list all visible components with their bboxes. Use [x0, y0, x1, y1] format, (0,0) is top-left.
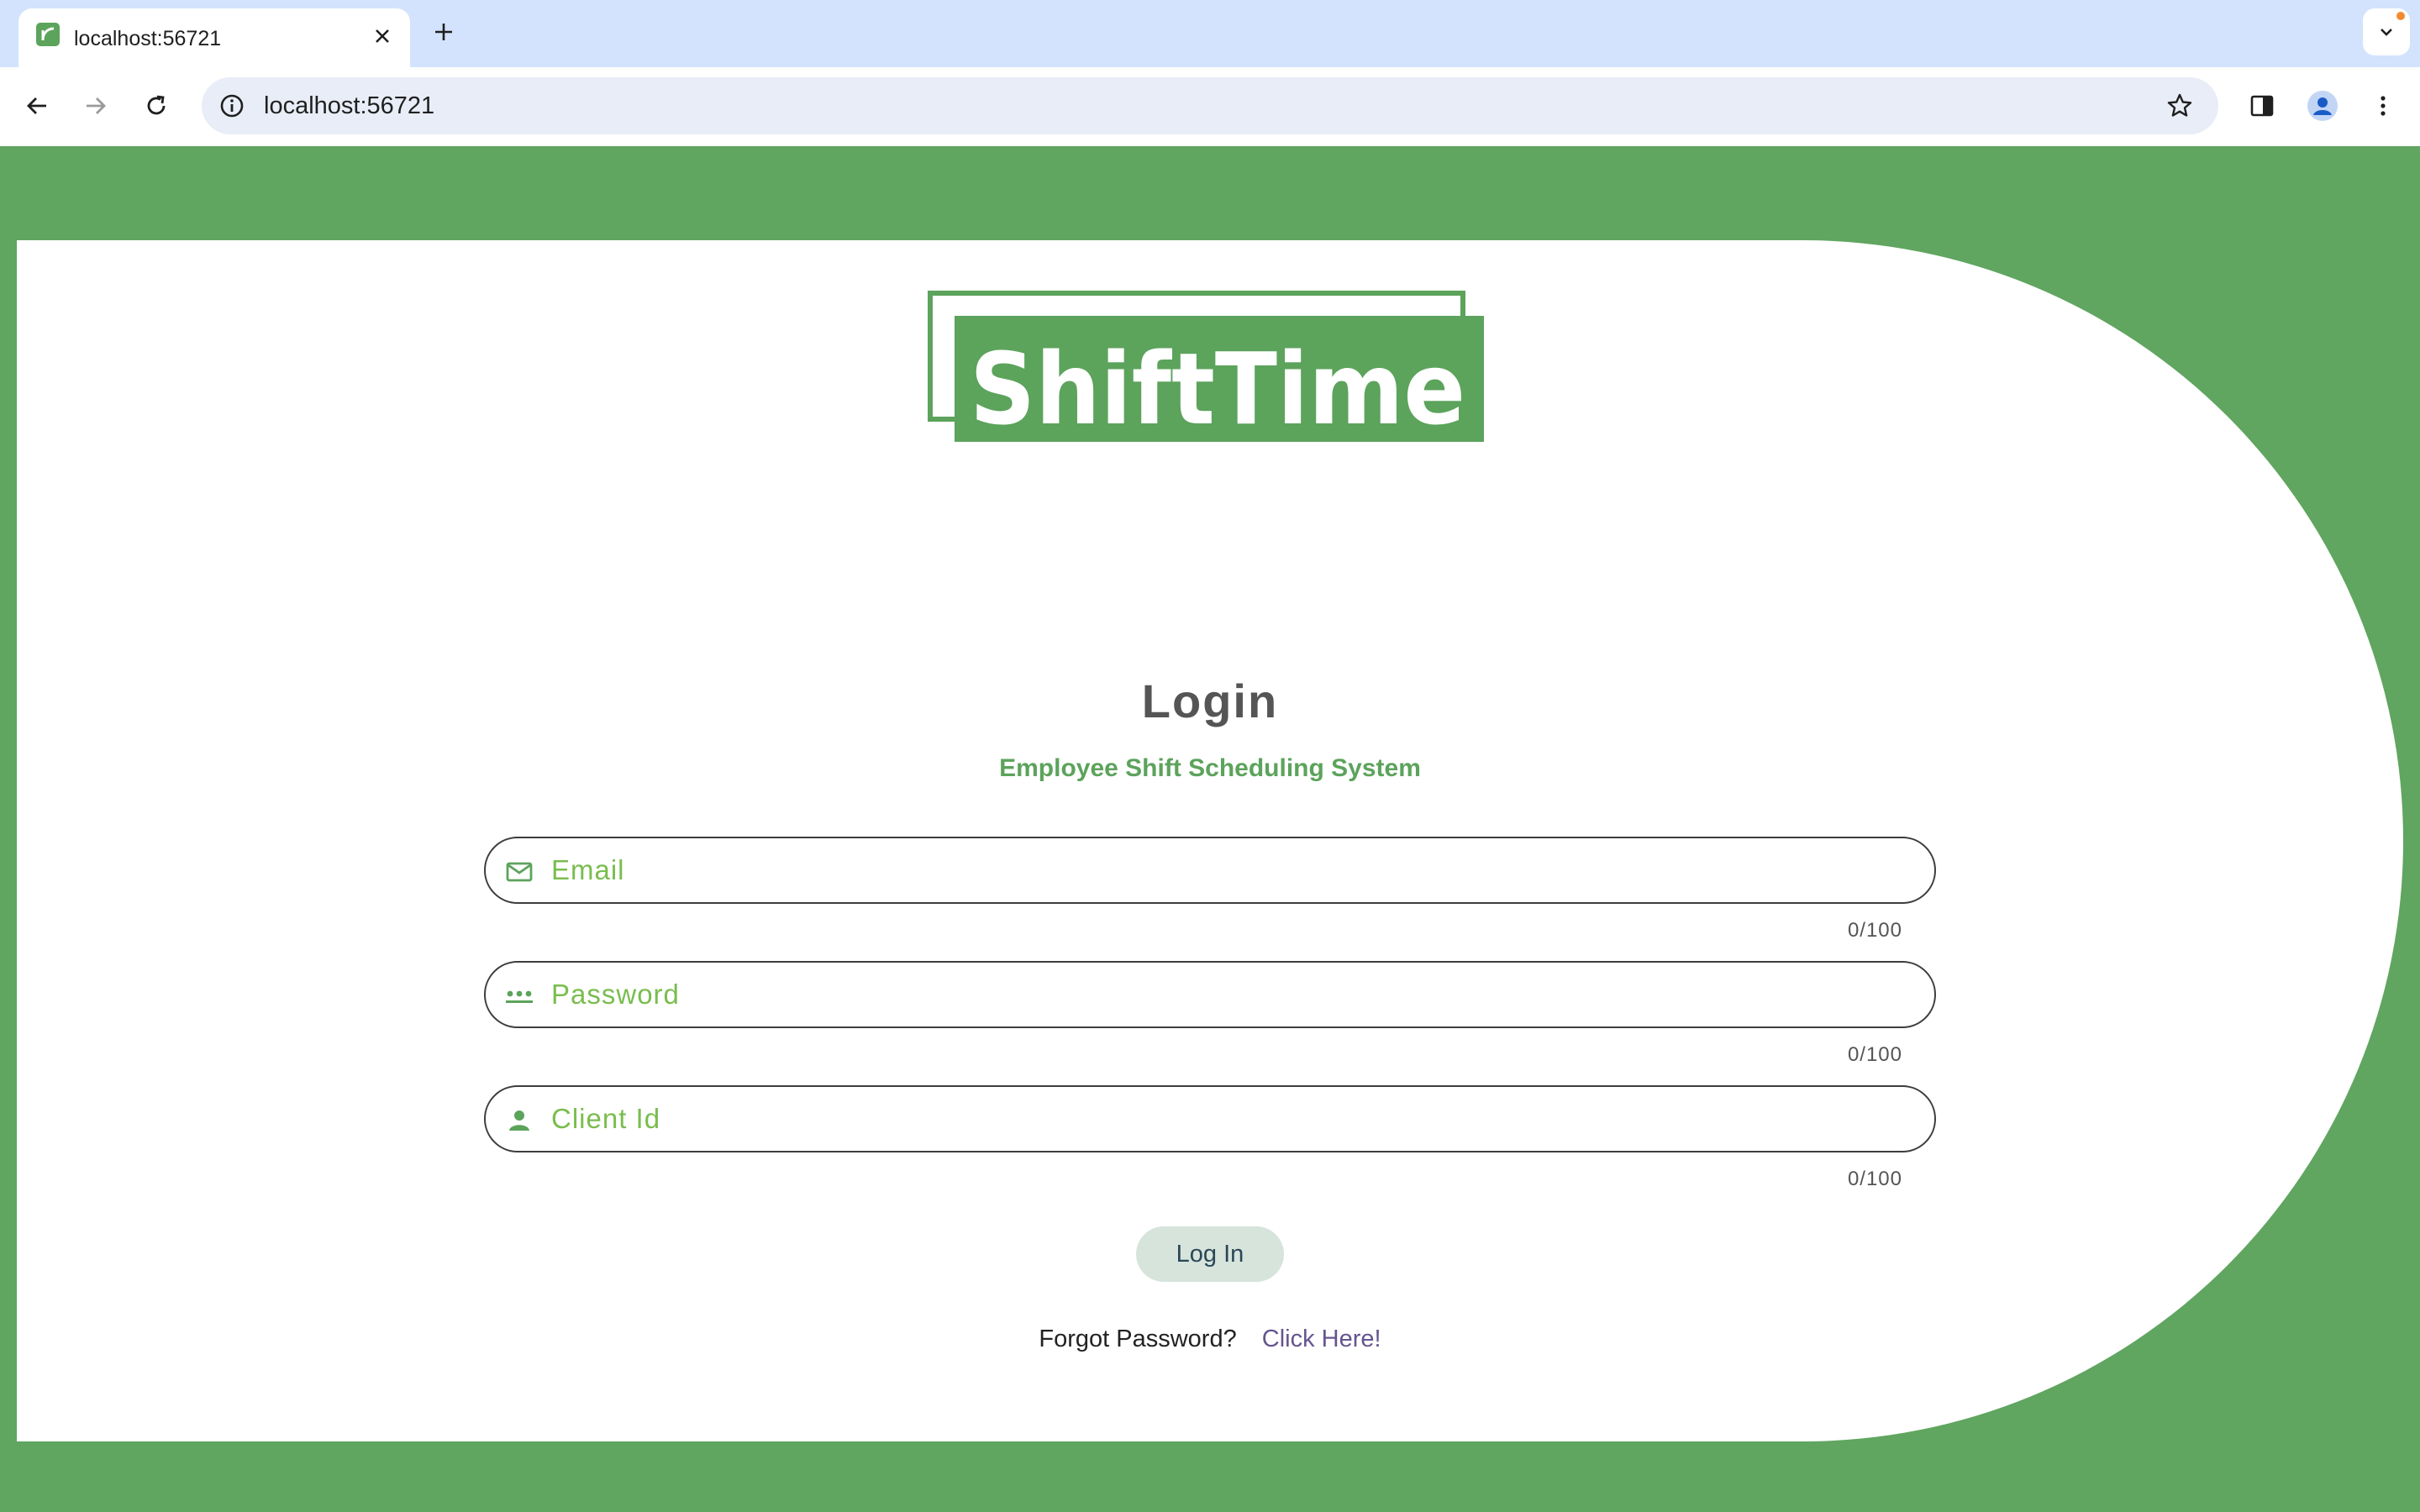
page-subtitle: Employee Shift Scheduling System	[999, 754, 1421, 782]
close-tab-icon[interactable]	[370, 24, 395, 49]
login-button[interactable]: Log In	[1136, 1226, 1284, 1282]
tab-title: localhost:56721	[74, 27, 222, 50]
forgot-password-row: Forgot Password? Click Here!	[0, 1326, 2420, 1353]
person-icon	[502, 1104, 536, 1137]
chevron-down-icon	[2381, 29, 2392, 36]
mail-icon	[502, 855, 536, 889]
email-input[interactable]	[551, 845, 1896, 895]
logo-text: ShiftTime	[970, 331, 1465, 442]
forgot-password-label: Forgot Password?	[1039, 1326, 1237, 1352]
email-char-counter: 0/100	[1847, 919, 1902, 942]
shifttime-favicon-icon	[35, 22, 60, 47]
bookmark-star-icon[interactable]	[2161, 87, 2198, 124]
browser-tabstrip: localhost:56721	[0, 0, 2420, 71]
back-icon[interactable]	[17, 86, 57, 126]
browser-tab[interactable]: localhost:56721	[18, 8, 410, 71]
password-dots-icon	[502, 979, 536, 1013]
forgot-password-link[interactable]: Click Here!	[1262, 1326, 1381, 1352]
page-title: Login	[1141, 675, 1279, 727]
password-char-counter: 0/100	[1847, 1043, 1902, 1066]
browser-toolbar: localhost:56721	[0, 67, 2420, 146]
forward-icon[interactable]	[76, 86, 116, 126]
shifttime-logo: ShiftTime	[928, 291, 1484, 442]
url-text: localhost:56721	[264, 92, 435, 119]
profile-avatar-icon[interactable]	[2302, 86, 2343, 126]
more-menu-icon[interactable]	[2363, 86, 2403, 126]
password-field[interactable]	[484, 961, 1936, 1028]
reload-icon[interactable]	[136, 86, 176, 126]
client-id-input[interactable]	[551, 1094, 1896, 1144]
site-info-icon[interactable]	[213, 87, 250, 124]
address-bar[interactable]: localhost:56721	[202, 77, 2218, 134]
password-input[interactable]	[551, 969, 1896, 1020]
tab-search-button[interactable]	[2363, 8, 2410, 55]
client-id-char-counter: 0/100	[1847, 1168, 1902, 1190]
side-panel-icon[interactable]	[2242, 86, 2282, 126]
client-id-field[interactable]	[484, 1085, 1936, 1152]
new-tab-icon[interactable]	[429, 17, 459, 47]
email-field[interactable]	[484, 837, 1936, 904]
notification-dot	[2396, 12, 2405, 20]
